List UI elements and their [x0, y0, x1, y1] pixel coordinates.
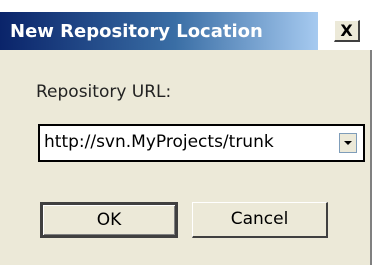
ok-button[interactable]: OK	[40, 202, 178, 238]
dialog-title: New Repository Location	[10, 21, 263, 42]
repository-url-value[interactable]: http://svn.MyProjects/trunk	[44, 132, 274, 152]
close-button[interactable]: X	[334, 20, 360, 42]
new-repository-location-dialog: New Repository Location X Repository URL…	[0, 0, 372, 265]
chevron-down-icon	[344, 141, 352, 145]
repository-url-label: Repository URL:	[36, 82, 172, 102]
close-icon: X	[340, 21, 353, 40]
cancel-button[interactable]: Cancel	[192, 202, 328, 238]
dropdown-button[interactable]	[339, 133, 357, 153]
title-bar[interactable]: New Repository Location X	[0, 0, 372, 50]
repository-url-combobox[interactable]: http://svn.MyProjects/trunk	[35, 121, 366, 167]
repository-url-field[interactable]: http://svn.MyProjects/trunk	[38, 124, 365, 162]
